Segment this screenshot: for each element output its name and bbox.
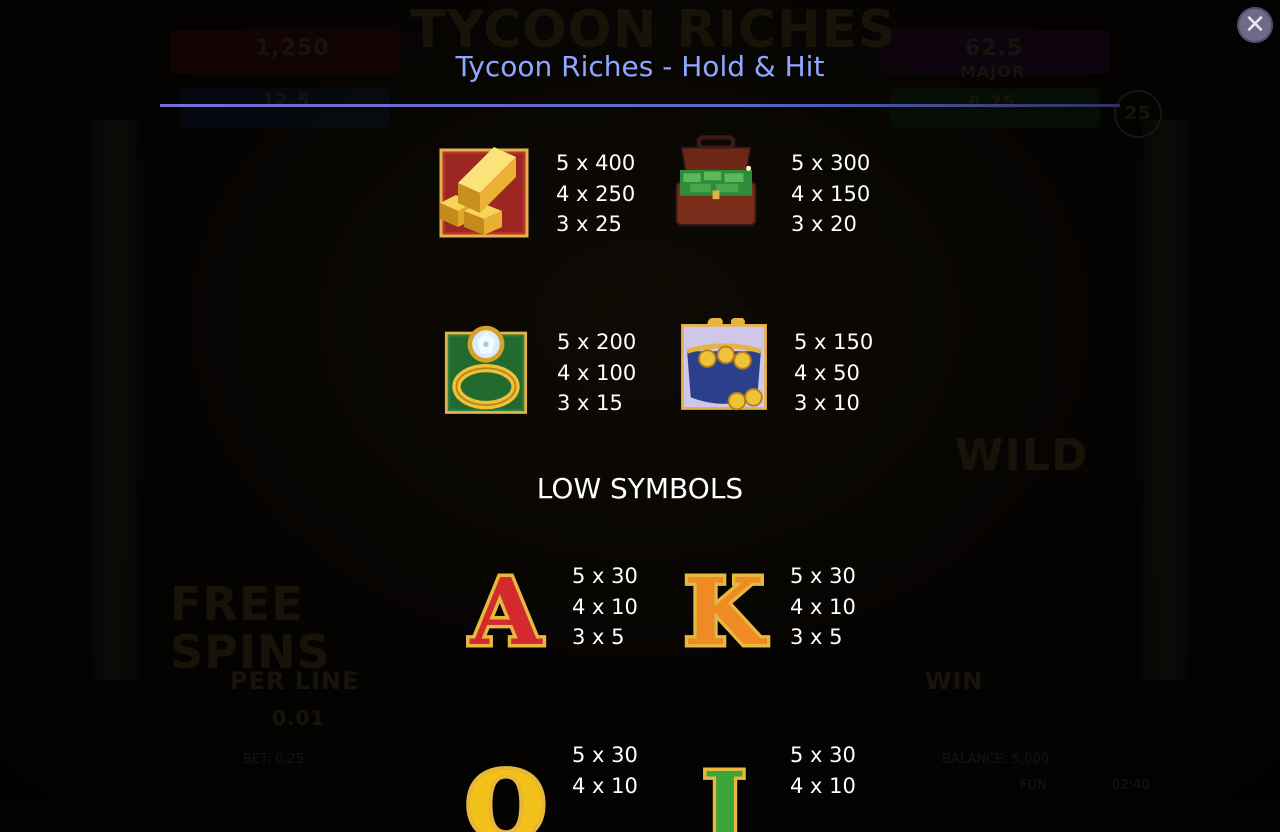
pay-5: 5 x 30 <box>572 564 638 588</box>
pay-5: 5 x 400 <box>556 151 636 175</box>
pay-5: 5 x 30 <box>790 564 856 588</box>
paytable-title: Tycoon Riches - Hold & Hit <box>455 50 825 83</box>
pay-3: 3 x 10 <box>794 391 860 415</box>
svg-text:Q: Q <box>466 752 546 832</box>
coin-purse-icon <box>681 318 767 411</box>
letter-j-paytable: 5 x 30 4 x 10 <box>790 740 856 801</box>
letter-k-icon: K K <box>681 560 771 656</box>
pay-4: 4 x 100 <box>557 360 637 385</box>
diamond-ring-icon <box>444 325 528 414</box>
pay-5: 5 x 200 <box>557 330 637 354</box>
pay-5: 5 x 150 <box>794 330 874 354</box>
letter-q-icon: Q Q <box>462 749 549 832</box>
diamond-ring-paytable: 5 x 200 4 x 100 3 x 15 <box>557 327 636 419</box>
pay-3: 3 x 20 <box>791 212 857 236</box>
modal-overlay <box>0 0 1280 800</box>
pay-3: 3 x 5 <box>572 625 625 649</box>
letter-j-icon: J J <box>692 749 750 832</box>
pay-4: 4 x 10 <box>572 773 638 798</box>
pay-5: 5 x 300 <box>791 151 871 175</box>
letter-a-paytable: 5 x 30 4 x 10 3 x 5 <box>572 561 638 653</box>
pay-3: 3 x 5 <box>790 625 843 649</box>
pay-4: 4 x 10 <box>572 594 638 619</box>
pay-4: 4 x 250 <box>556 181 636 206</box>
letter-q-paytable: 5 x 30 4 x 10 <box>572 740 638 801</box>
cash-suitcase-icon <box>675 135 757 226</box>
letter-a-icon: A A <box>466 560 547 656</box>
svg-text:J: J <box>695 752 746 832</box>
pay-3: 3 x 25 <box>556 212 622 236</box>
gold-bars-icon <box>439 147 529 238</box>
pay-3: 3 x 15 <box>557 391 623 415</box>
title-divider <box>160 104 1120 107</box>
svg-text:K: K <box>684 560 767 656</box>
pay-5: 5 x 30 <box>790 743 856 767</box>
cash-suitcase-paytable: 5 x 300 4 x 150 3 x 20 <box>791 148 870 240</box>
pay-4: 4 x 10 <box>790 594 856 619</box>
letter-k-paytable: 5 x 30 4 x 10 3 x 5 <box>790 561 856 653</box>
svg-text:A: A <box>469 560 543 656</box>
close-icon: ✕ <box>1244 10 1266 40</box>
pay-4: 4 x 50 <box>794 360 860 385</box>
pay-4: 4 x 150 <box>791 181 871 206</box>
gold-bars-paytable: 5 x 400 4 x 250 3 x 25 <box>556 148 635 240</box>
coin-purse-paytable: 5 x 150 4 x 50 3 x 10 <box>794 327 873 419</box>
pay-4: 4 x 10 <box>790 773 856 798</box>
low-symbols-heading: LOW SYMBOLS <box>536 472 744 505</box>
close-button[interactable]: ✕ <box>1237 7 1273 43</box>
pay-5: 5 x 30 <box>572 743 638 767</box>
